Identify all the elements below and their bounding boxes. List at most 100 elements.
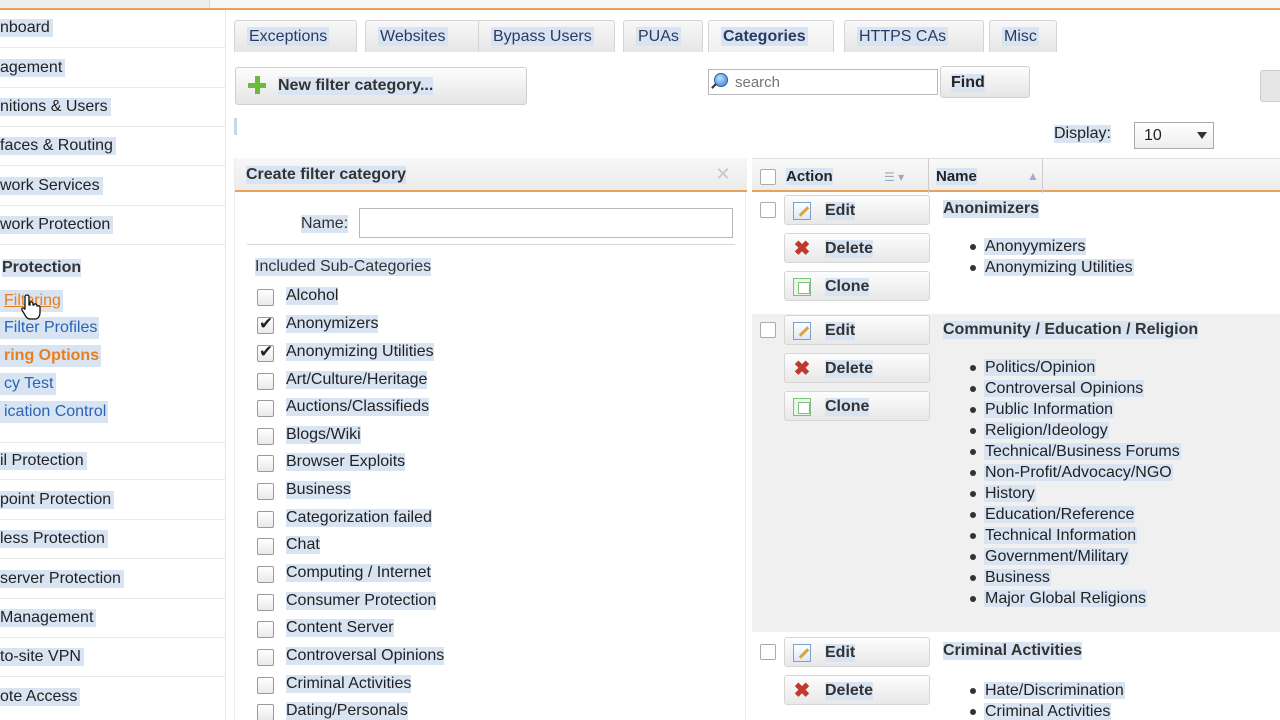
plus-icon [248, 76, 266, 94]
sidebar-item-site-to-site-vpn[interactable]: to-site VPN [0, 639, 226, 677]
category-name[interactable]: Criminal Activities [943, 642, 1083, 660]
sidebar-item-management[interactable]: agement [0, 50, 226, 88]
tab-label: Misc [1002, 27, 1039, 46]
clone-button[interactable]: Clone [784, 271, 930, 301]
display-count-select[interactable]: 10 [1134, 122, 1214, 149]
find-button[interactable]: Find [940, 66, 1030, 98]
list-item: Government/Military [970, 546, 1181, 567]
clone-icon [793, 278, 811, 296]
top-tab-stub [0, 0, 210, 8]
sidebar-sub-filter-profiles[interactable]: Filter Profiles [0, 317, 100, 339]
sidebar-item-endpoint-protection[interactable]: point Protection [0, 482, 226, 520]
panel-title: Create filter category [246, 166, 407, 184]
tab-bar: Exceptions Websites Bypass Users PUAs Ca… [234, 20, 1280, 52]
select-all-checkbox[interactable] [760, 169, 776, 185]
row-checkbox[interactable] [760, 644, 776, 660]
table-header: Action ☰ ▾ Name ▲ [752, 158, 1280, 193]
sidebar-item-mail-protection[interactable]: il Protection [0, 442, 226, 480]
subcategory-label: Criminal Activities [286, 675, 412, 693]
sidebar-item-network-services[interactable]: work Services [0, 168, 226, 206]
edit-icon [793, 202, 811, 220]
checkbox[interactable] [257, 400, 274, 417]
category-name[interactable]: Anonimizers [943, 200, 1040, 218]
sidebar-sub-filtering-options[interactable]: ring Options [0, 345, 102, 367]
checkbox[interactable] [257, 373, 274, 390]
name-field[interactable] [359, 208, 733, 238]
edit-button[interactable]: Edit [784, 195, 930, 225]
right-edge-button[interactable] [1260, 70, 1280, 102]
subcategory-list: Politics/Opinion Controversal Opinions P… [970, 357, 1181, 609]
chevron-down-icon [1197, 132, 1207, 139]
sidebar-item-label: il Protection [0, 452, 87, 470]
edit-label: Edit [825, 202, 856, 220]
checkbox[interactable] [257, 289, 274, 306]
subcategory-label: Chat [286, 536, 320, 554]
sidebar-section-web-protection[interactable]: Protection [2, 259, 82, 277]
tab-exceptions[interactable]: Exceptions [234, 20, 357, 52]
checkbox[interactable] [257, 677, 274, 694]
checkbox-checked[interactable] [257, 314, 274, 334]
sidebar-item-rem-management[interactable]: Management [0, 600, 226, 638]
checkbox[interactable] [257, 621, 274, 638]
panel-header: Create filter category ✕ [235, 158, 747, 192]
tab-https-cas[interactable]: HTTPS CAs [844, 20, 984, 52]
subcategory-label: Art/Culture/Heritage [286, 371, 428, 389]
checkbox[interactable] [257, 455, 274, 472]
delete-button[interactable]: ✖ Delete [784, 353, 930, 383]
clone-button[interactable]: Clone [784, 391, 930, 421]
checkbox[interactable] [257, 594, 274, 611]
close-icon[interactable]: ✕ [715, 165, 731, 183]
subcategory-label: Consumer Protection [286, 592, 437, 610]
sidebar-item-network-protection[interactable]: work Protection [0, 207, 226, 245]
delete-icon: ✖ [793, 238, 811, 260]
row-checkbox[interactable] [760, 202, 776, 218]
checkbox[interactable] [257, 566, 274, 583]
sidebar-item-dashboard[interactable]: nboard [0, 10, 226, 48]
subcategories-heading: Included Sub-Categories [255, 258, 432, 276]
sidebar-item-remote-access[interactable]: ote Access [0, 679, 226, 717]
sidebar-item-interfaces-routing[interactable]: faces & Routing [0, 128, 226, 166]
sidebar-item-label: nitions & Users [0, 98, 111, 116]
tab-misc[interactable]: Misc [989, 20, 1057, 52]
sidebar-sub-application-control[interactable]: ication Control [0, 401, 109, 423]
delete-button[interactable]: ✖ Delete [784, 233, 930, 263]
sidebar-item-wireless-protection[interactable]: less Protection [0, 521, 226, 559]
sidebar-item-label: server Protection [0, 570, 124, 588]
list-item-label: Controversal Opinions [984, 380, 1145, 397]
new-filter-category-button[interactable]: New filter category... [235, 67, 527, 105]
edit-button[interactable]: Edit [784, 315, 930, 345]
list-item: Public Information [970, 399, 1181, 420]
checkbox[interactable] [257, 483, 274, 500]
tab-websites[interactable]: Websites [365, 20, 483, 52]
search-input[interactable] [708, 69, 938, 95]
subcategory-label: Anonymizers [286, 315, 379, 333]
checkbox[interactable] [257, 704, 274, 720]
sidebar-item-label: faces & Routing [0, 137, 116, 155]
tab-puas[interactable]: PUAs [623, 20, 703, 52]
category-name[interactable]: Community / Education / Religion [943, 321, 1199, 339]
sidebar-item-label: to-site VPN [0, 648, 84, 666]
checkbox[interactable] [257, 511, 274, 528]
sidebar-sub-policy-test[interactable]: cy Test [0, 373, 56, 395]
delete-label: Delete [825, 240, 874, 258]
tab-bypass-users[interactable]: Bypass Users [478, 20, 615, 52]
row-checkbox[interactable] [760, 322, 776, 338]
delete-button[interactable]: ✖ Delete [784, 675, 930, 705]
checkbox[interactable] [257, 428, 274, 445]
checkbox[interactable] [257, 649, 274, 666]
tab-label: Websites [378, 27, 448, 46]
edit-button[interactable]: Edit [784, 637, 930, 667]
sidebar-item-definitions-users[interactable]: nitions & Users [0, 89, 226, 127]
hand-cursor-icon [21, 294, 41, 320]
column-header-action[interactable]: Action [786, 168, 833, 185]
tab-categories[interactable]: Categories [708, 20, 834, 52]
list-item-label: Technical/Business Forums [984, 443, 1181, 460]
checkbox-checked[interactable] [257, 342, 274, 362]
sidebar-item-webserver-protection[interactable]: server Protection [0, 561, 226, 599]
column-header-name[interactable]: Name [936, 168, 977, 185]
column-menu-icon[interactable]: ☰ ▾ [884, 170, 914, 184]
name-label: Name: [301, 215, 349, 233]
sort-ascending-icon[interactable]: ▲ [1027, 169, 1039, 183]
checkbox[interactable] [257, 538, 274, 555]
subcategory-label: Content Server [286, 619, 394, 637]
